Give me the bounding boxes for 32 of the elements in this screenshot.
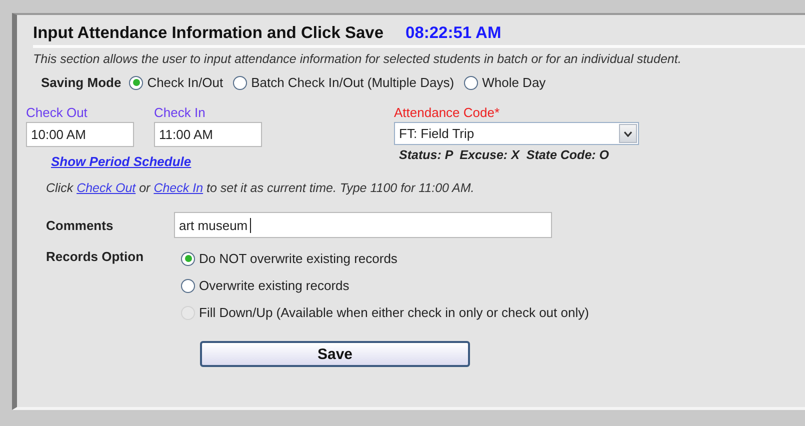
comments-label: Comments [46,218,114,232]
radio-label: Fill Down/Up (Available when either check in only or check out only) [199,305,589,320]
records-option-label: Records Option [46,249,145,266]
radio-label: Whole Day [482,75,546,90]
check-out-field[interactable]: 10:00 AM [26,122,134,147]
radio-button[interactable] [464,76,478,90]
radio-label: Do NOT overwrite existing records [199,251,398,266]
caret-icon [624,130,632,136]
save-button[interactable]: Save [200,341,470,367]
radio-label: Batch Check In/Out (Multiple Days) [251,75,454,90]
text-cursor [250,218,251,232]
radio-button[interactable] [233,76,248,90]
form-title: Input Attendance Information and Click Save [33,24,384,42]
radio-button[interactable] [181,252,195,266]
radio-button[interactable] [181,278,195,292]
clock-time: 08:22:51 AM [406,24,502,42]
attendance-code-dropdown[interactable]: FT: Field Trip [394,122,639,145]
check-out-link[interactable]: Check Out [76,181,136,195]
period-schedule-link[interactable]: Show Period Schedule [51,154,394,169]
radio-button[interactable] [129,76,144,90]
check-in-link[interactable]: Check In [154,105,262,120]
hint-text: Click Check Out or Check In to set it as current time. Type 1100 for 11:00 AM. [46,181,476,195]
radio-label: Overwrite existing records [199,278,350,293]
saving-mode-label: Saving Mode [41,75,122,90]
check-in-field[interactable]: 11:00 AM [154,122,262,147]
comments-field[interactable]: art museum [174,212,552,238]
check-in-link[interactable]: Check In [154,181,204,195]
radio-label: Check In/Out [147,75,224,90]
attendance-code-label: Attendance Code* [394,105,501,120]
check-out-link[interactable]: Check Out [26,105,134,120]
attendance-code-info: Status: P Excuse: X State Code: O [399,148,610,162]
description-text: This section allows the user to input attendance information for selected students in batch or for an individual student. [33,52,682,66]
